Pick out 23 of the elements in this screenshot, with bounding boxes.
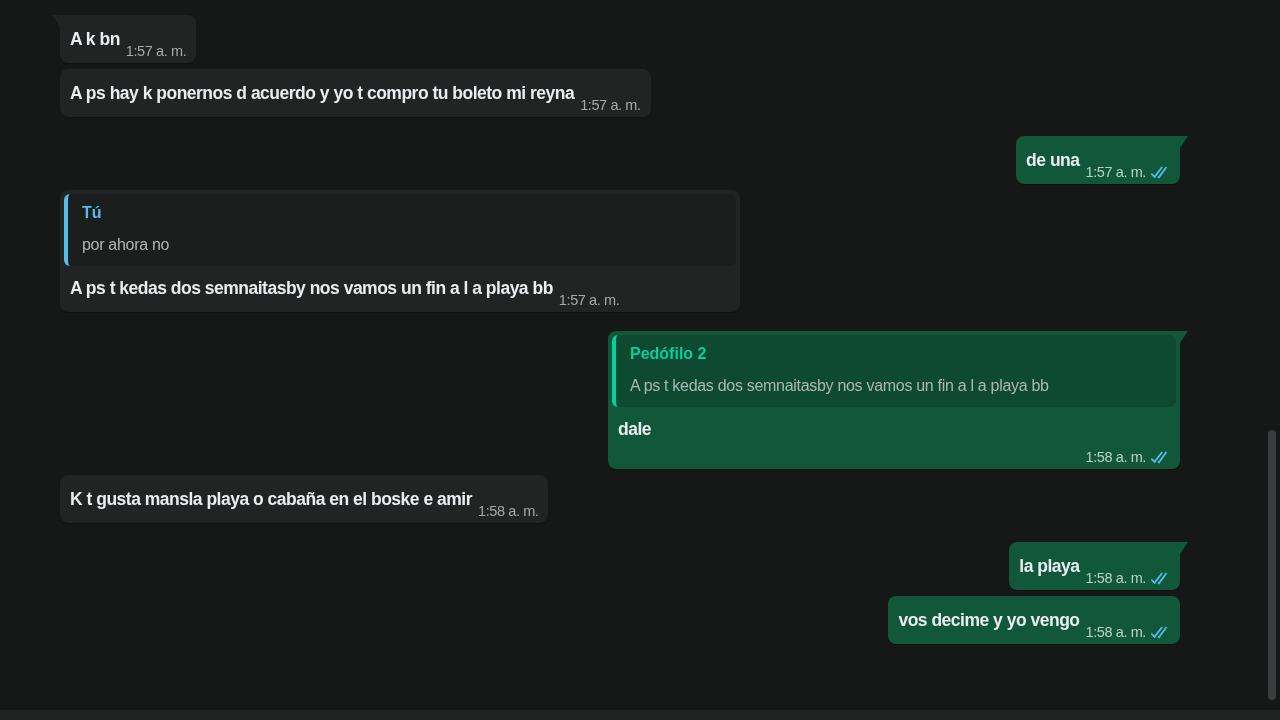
message-time: 1:58 a. m.: [478, 503, 539, 519]
message-text: A ps hay k ponernos d acuerdo y yo t compro tu boleto mi reyna: [70, 82, 575, 105]
message-text: K t gusta mansla playa o cabaña en el boske e amir: [70, 488, 472, 511]
quote-text: A ps t kedas dos semnaitasby nos vamos un fin a l a playa bb: [630, 377, 1050, 395]
message-text: dale: [618, 418, 653, 441]
message-text: la playa: [1019, 555, 1080, 578]
quote-author: Tú: [82, 204, 103, 222]
message-time: 1:58 a. m.: [1085, 449, 1146, 465]
quoted-message[interactable]: Tú por ahora no: [64, 194, 736, 266]
quote-text: por ahora no: [82, 236, 171, 254]
quoted-message[interactable]: Pedófilo 2 A ps t kedas dos semnaitasby nos vamos un fin a l a playa bb: [612, 335, 1176, 407]
message-text: A k bn: [70, 28, 120, 51]
scrollbar[interactable]: [1268, 430, 1276, 700]
message-time: 1:58 a. m.: [1085, 624, 1146, 640]
message-time: 1:57 a. m.: [125, 43, 187, 59]
message-time: 1:58 a. m.: [1085, 570, 1146, 586]
message-time: 1:57 a. m.: [1085, 164, 1146, 180]
message-time: 1:57 a. m.: [580, 97, 641, 113]
message-text: vos decime y yo vengo: [898, 609, 1080, 632]
quote-author: Pedófilo 2: [630, 345, 708, 363]
message-text: A ps t kedas dos semnaitasby nos vamos un fin a l a playa bb: [70, 277, 553, 300]
message-time: 1:57 a. m.: [558, 292, 620, 308]
message-text: de una: [1026, 149, 1080, 172]
